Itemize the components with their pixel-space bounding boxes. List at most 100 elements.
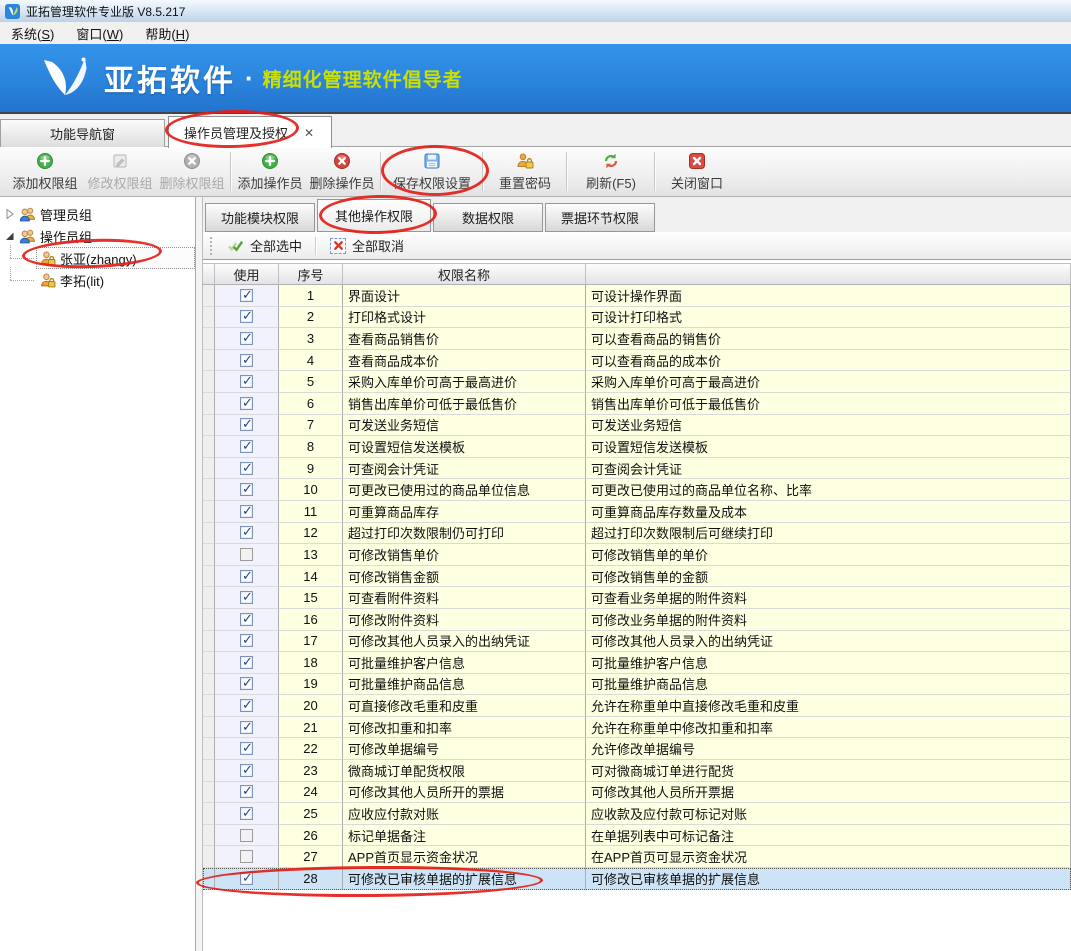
permission-checkbox[interactable] bbox=[240, 742, 253, 755]
description-cell: 可修改其他人员所开票据 bbox=[586, 782, 1071, 804]
add-operator-button[interactable]: 添加操作员 bbox=[234, 147, 306, 196]
table-row[interactable]: 27 APP首页显示资金状况 在APP首页可显示资金状况 bbox=[203, 846, 1071, 868]
button-label: 关闭窗口 bbox=[671, 173, 723, 192]
tree-item-zhangya[interactable]: 张亚(zhangy) bbox=[0, 247, 195, 269]
table-row[interactable]: 18 可批量维护客户信息 可批量维护客户信息 bbox=[203, 652, 1071, 674]
permission-checkbox[interactable] bbox=[240, 721, 253, 734]
permission-name-cell: 销售出库单价可低于最低售价 bbox=[343, 393, 586, 415]
toolbar-separator bbox=[482, 152, 484, 191]
permission-checkbox[interactable] bbox=[240, 570, 253, 583]
table-row[interactable]: 26 标记单据备注 在单据列表中可标记备注 bbox=[203, 825, 1071, 847]
table-row[interactable]: 1 界面设计 可设计操作界面 bbox=[203, 285, 1071, 307]
use-cell bbox=[215, 544, 279, 566]
table-row[interactable]: 20 可直接修改毛重和皮重 允许在称重单中直接修改毛重和皮重 bbox=[203, 695, 1071, 717]
table-row[interactable]: 13 可修改销售单价 可修改销售单的单价 bbox=[203, 544, 1071, 566]
permission-checkbox[interactable] bbox=[240, 591, 253, 604]
permission-checkbox[interactable] bbox=[240, 289, 253, 302]
row-indicator bbox=[203, 415, 215, 437]
close-window-button[interactable]: 关闭窗口 bbox=[658, 147, 736, 196]
table-row[interactable]: 15 可查看附件资料 可查看业务单据的附件资料 bbox=[203, 587, 1071, 609]
delete-permission-group-button: 删除权限组 bbox=[156, 147, 228, 196]
permission-name-cell: 可设置短信发送模板 bbox=[343, 436, 586, 458]
permission-checkbox[interactable] bbox=[240, 634, 253, 647]
tab-other-permissions[interactable]: 其他操作权限 bbox=[317, 199, 431, 232]
permission-checkbox[interactable] bbox=[240, 397, 253, 410]
menu-system[interactable]: 系统(S) bbox=[0, 22, 65, 45]
table-row[interactable]: 9 可查阅会计凭证 可查阅会计凭证 bbox=[203, 458, 1071, 480]
tab-module-permissions[interactable]: 功能模块权限 bbox=[205, 203, 315, 232]
permission-checkbox[interactable] bbox=[240, 483, 253, 496]
tab-data-permissions[interactable]: 数据权限 bbox=[433, 203, 543, 232]
number-cell: 27 bbox=[279, 846, 343, 868]
permission-name-cell: 可直接修改毛重和皮重 bbox=[343, 695, 586, 717]
permission-checkbox[interactable] bbox=[240, 526, 253, 539]
permission-checkbox[interactable] bbox=[240, 872, 253, 885]
save-permissions-button[interactable]: 保存权限设置 bbox=[384, 147, 480, 196]
permission-checkbox[interactable] bbox=[240, 375, 253, 388]
permission-checkbox[interactable] bbox=[240, 829, 253, 842]
table-row[interactable]: 7 可发送业务短信 可发送业务短信 bbox=[203, 415, 1071, 437]
table-row[interactable]: 4 查看商品成本价 可以查看商品的成本价 bbox=[203, 350, 1071, 372]
description-cell: 可发送业务短信 bbox=[586, 415, 1071, 437]
number-cell: 26 bbox=[279, 825, 343, 847]
permission-checkbox[interactable] bbox=[240, 354, 253, 367]
permission-checkbox[interactable] bbox=[240, 418, 253, 431]
reset-password-button[interactable]: 重置密码 bbox=[486, 147, 564, 196]
permission-name-cell: 可修改扣重和扣率 bbox=[343, 717, 586, 739]
menu-help[interactable]: 帮助(H) bbox=[134, 22, 200, 45]
delete-operator-button[interactable]: 删除操作员 bbox=[306, 147, 378, 196]
table-row[interactable]: 21 可修改扣重和扣率 允许在称重单中修改扣重和扣率 bbox=[203, 717, 1071, 739]
table-row[interactable]: 12 超过打印次数限制仍可打印 超过打印次数限制后可继续打印 bbox=[203, 523, 1071, 545]
delete-icon bbox=[333, 152, 351, 170]
permissions-panel: 功能模块权限 其他操作权限 数据权限 票据环节权限 全部选中 全部取消 bbox=[203, 197, 1071, 951]
tab-bill-stage-permissions[interactable]: 票据环节权限 bbox=[545, 203, 655, 232]
table-row[interactable]: 25 应收应付款对账 应收款及应付款可标记对账 bbox=[203, 803, 1071, 825]
permission-checkbox[interactable] bbox=[240, 462, 253, 475]
table-row[interactable]: 10 可更改已使用过的商品单位信息 可更改已使用过的商品单位名称、比率 bbox=[203, 479, 1071, 501]
refresh-button[interactable]: 刷新(F5) bbox=[570, 147, 652, 196]
button-label: 删除权限组 bbox=[159, 173, 224, 192]
permission-checkbox[interactable] bbox=[240, 850, 253, 863]
permission-checkbox[interactable] bbox=[240, 440, 253, 453]
permission-checkbox[interactable] bbox=[240, 332, 253, 345]
permission-checkbox[interactable] bbox=[240, 764, 253, 777]
chevron-expanded-icon[interactable] bbox=[3, 230, 17, 242]
table-row[interactable]: 22 可修改单据编号 允许修改单据编号 bbox=[203, 738, 1071, 760]
add-permission-group-button[interactable]: 添加权限组 bbox=[6, 147, 84, 196]
table-row[interactable]: 17 可修改其他人员录入的出纳凭证 可修改其他人员录入的出纳凭证 bbox=[203, 631, 1071, 653]
table-row[interactable]: 28 可修改已审核单据的扩展信息 可修改已审核单据的扩展信息 bbox=[203, 868, 1071, 890]
permission-checkbox[interactable] bbox=[240, 505, 253, 518]
chevron-collapsed-icon[interactable] bbox=[3, 208, 17, 220]
permission-checkbox[interactable] bbox=[240, 677, 253, 690]
tab-function-navigator[interactable]: 功能导航窗 bbox=[0, 119, 165, 147]
select-all-button[interactable]: 全部选中 bbox=[218, 234, 311, 257]
table-row[interactable]: 5 采购入库单价可高于最高进价 采购入库单价可高于最高进价 bbox=[203, 371, 1071, 393]
permission-checkbox[interactable] bbox=[240, 785, 253, 798]
tab-operator-management[interactable]: 操作员管理及授权 ✕ bbox=[168, 116, 332, 148]
table-row[interactable]: 11 可重算商品库存 可重算商品库存数量及成本 bbox=[203, 501, 1071, 523]
tree-item-operator-group[interactable]: 操作员组 bbox=[0, 225, 195, 247]
panel-splitter[interactable] bbox=[196, 197, 203, 951]
table-row[interactable]: 19 可批量维护商品信息 可批量维护商品信息 bbox=[203, 674, 1071, 696]
table-row[interactable]: 8 可设置短信发送模板 可设置短信发送模板 bbox=[203, 436, 1071, 458]
table-row[interactable]: 16 可修改附件资料 可修改业务单据的附件资料 bbox=[203, 609, 1071, 631]
user-group-icon bbox=[19, 228, 36, 245]
table-row[interactable]: 24 可修改其他人员所开的票据 可修改其他人员所开票据 bbox=[203, 782, 1071, 804]
permission-checkbox[interactable] bbox=[240, 656, 253, 669]
permission-checkbox[interactable] bbox=[240, 310, 253, 323]
tree-item-lituo[interactable]: 李拓(lit) bbox=[0, 269, 195, 291]
permission-checkbox[interactable] bbox=[240, 613, 253, 626]
table-row[interactable]: 2 打印格式设计 可设计打印格式 bbox=[203, 307, 1071, 329]
cancel-all-button[interactable]: 全部取消 bbox=[321, 234, 413, 257]
permission-checkbox[interactable] bbox=[240, 807, 253, 820]
delete-icon bbox=[183, 152, 201, 170]
close-tab-icon[interactable]: ✕ bbox=[302, 126, 316, 140]
menu-window[interactable]: 窗口(W) bbox=[65, 22, 134, 45]
permission-checkbox[interactable] bbox=[240, 699, 253, 712]
permission-checkbox[interactable] bbox=[240, 548, 253, 561]
table-row[interactable]: 23 微商城订单配货权限 可对微商城订单进行配货 bbox=[203, 760, 1071, 782]
table-row[interactable]: 14 可修改销售金额 可修改销售单的金额 bbox=[203, 566, 1071, 588]
table-row[interactable]: 3 查看商品销售价 可以查看商品的销售价 bbox=[203, 328, 1071, 350]
table-row[interactable]: 6 销售出库单价可低于最低售价 销售出库单价可低于最低售价 bbox=[203, 393, 1071, 415]
tree-item-admin-group[interactable]: 管理员组 bbox=[0, 203, 195, 225]
